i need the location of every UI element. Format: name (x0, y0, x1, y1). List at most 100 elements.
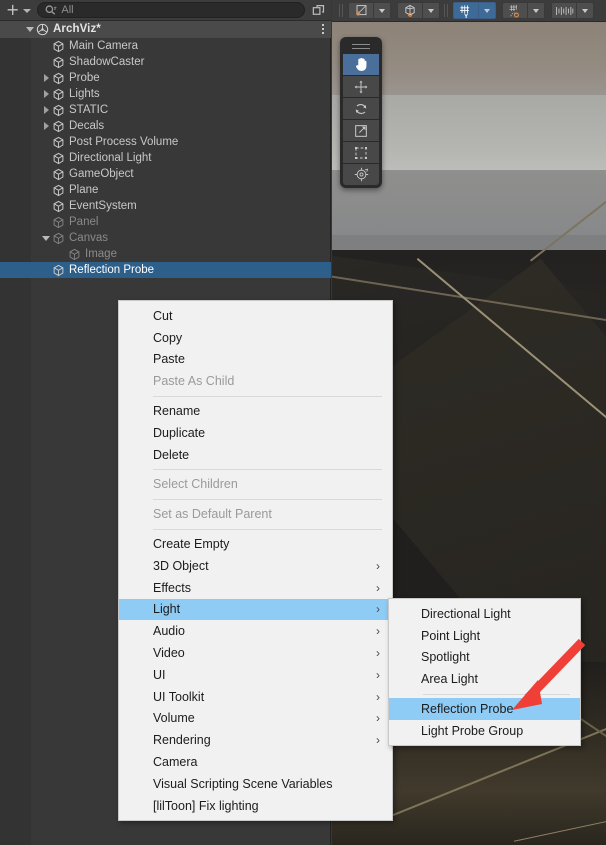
menu-item-ui[interactable]: UI › (119, 664, 392, 686)
cube-icon (68, 248, 81, 261)
transform-tool-button[interactable] (343, 164, 379, 185)
menu-item-rendering[interactable]: Rendering › (119, 729, 392, 751)
menu-item-delete[interactable]: Delete (119, 444, 392, 466)
cube-icon (52, 200, 65, 213)
hierarchy-scene-row[interactable]: ArchViz* (0, 21, 331, 38)
menu-item-audio[interactable]: Audio › (119, 620, 392, 642)
menu-item--liltoon-fix-lighting[interactable]: [lilToon] Fix lighting (119, 795, 392, 817)
menu-item-point-light[interactable]: Point Light (389, 625, 580, 647)
chevron-down-icon (26, 27, 34, 32)
search-input[interactable] (57, 4, 300, 16)
hierarchy-item-reflection-probe[interactable]: Reflection Probe (0, 262, 331, 278)
menu-item-reflection-probe[interactable]: Reflection Probe (389, 698, 580, 720)
view-tool-button[interactable] (343, 54, 379, 75)
pivot-rotation-toggle[interactable] (348, 2, 391, 19)
menu-item-visual-scripting-scene-variables[interactable]: Visual Scripting Scene Variables (119, 773, 392, 795)
menu-item-set-as-default-parent: Set as Default Parent (119, 503, 392, 525)
hierarchy-item-label: Lights (69, 87, 100, 100)
foldout-collapsed-toggle[interactable] (40, 88, 52, 100)
menu-item-label: Point Light (421, 628, 481, 643)
menu-item-create-empty[interactable]: Create Empty (119, 533, 392, 555)
hierarchy-item-label: Probe (69, 71, 100, 84)
menu-item-volume[interactable]: Volume › (119, 708, 392, 730)
surface-snap-button[interactable] (502, 2, 528, 19)
grid-snap-button[interactable]: Y (453, 2, 479, 19)
chevron-right-icon (43, 106, 49, 114)
hierarchy-search-field[interactable] (37, 2, 305, 18)
hierarchy-item-directional-light[interactable]: Directional Light (0, 150, 331, 166)
foldout-expanded-toggle[interactable] (40, 232, 52, 244)
menu-item-label: 3D Object (153, 558, 209, 573)
menu-item-cut[interactable]: Cut (119, 305, 392, 327)
move-tool-button[interactable] (343, 76, 379, 97)
hierarchy-item-lights[interactable]: Lights (0, 86, 331, 102)
drag-handle-icon[interactable] (343, 40, 379, 53)
cube-icon (52, 40, 65, 53)
pivot-rotation-dropdown[interactable] (374, 2, 391, 19)
hierarchy-item-shadowcaster[interactable]: ShadowCaster (0, 54, 331, 70)
hierarchy-item-image[interactable]: Image (0, 246, 331, 262)
increment-snap-dropdown[interactable] (577, 2, 594, 19)
handle-space-toggle[interactable] (397, 2, 440, 19)
menu-item-light[interactable]: Light › (119, 598, 392, 621)
global-handle-button[interactable] (397, 2, 423, 19)
increment-snap-icon (555, 6, 573, 15)
hierarchy-item-probe[interactable]: Probe (0, 70, 331, 86)
scale-tool-button[interactable] (343, 120, 379, 141)
pivot-center-button[interactable] (348, 2, 374, 19)
hierarchy-tree: Main Camera ShadowCaster Probe Lights STATIC… (0, 38, 331, 278)
menu-item-area-light[interactable]: Area Light (389, 668, 580, 690)
foldout-spacer (40, 184, 52, 196)
rect-tool-button[interactable] (343, 142, 379, 163)
increment-snap-toggle[interactable] (551, 2, 594, 19)
foldout-collapsed-toggle[interactable] (40, 104, 52, 116)
surface-snap-toggle[interactable] (502, 2, 545, 19)
menu-item-label: [lilToon] Fix lighting (153, 798, 259, 813)
menu-separator (423, 693, 570, 695)
handle-space-dropdown[interactable] (423, 2, 440, 19)
menu-item-rename[interactable]: Rename (119, 400, 392, 422)
rect-transform-icon (355, 146, 367, 159)
foldout-spacer (40, 216, 52, 228)
hierarchy-item-label: Canvas (69, 231, 108, 244)
foldout-collapsed-toggle[interactable] (40, 72, 52, 84)
menu-item-camera[interactable]: Camera (119, 751, 392, 773)
menu-separator (153, 498, 382, 500)
hierarchy-item-post-process-volume[interactable]: Post Process Volume (0, 134, 331, 150)
menu-item-duplicate[interactable]: Duplicate (119, 422, 392, 444)
menu-item-ui-toolkit[interactable]: UI Toolkit › (119, 686, 392, 708)
menu-item-light-probe-group[interactable]: Light Probe Group (389, 720, 580, 742)
menu-item-directional-light[interactable]: Directional Light (389, 603, 580, 625)
hierarchy-item-static[interactable]: STATIC (0, 102, 331, 118)
grid-snapping-dropdown[interactable] (479, 2, 496, 19)
menu-item-3d-object[interactable]: 3D Object › (119, 555, 392, 577)
foldout-collapsed-toggle[interactable] (40, 120, 52, 132)
menu-item-paste[interactable]: Paste (119, 349, 392, 371)
hierarchy-item-panel[interactable]: Panel (0, 214, 331, 230)
hierarchy-item-decals[interactable]: Decals (0, 118, 331, 134)
increment-snap-button[interactable] (551, 2, 577, 19)
hierarchy-item-plane[interactable]: Plane (0, 182, 331, 198)
menu-item-label: Delete (153, 447, 190, 462)
hierarchy-item-canvas[interactable]: Canvas (0, 230, 331, 246)
hierarchy-item-eventsystem[interactable]: EventSystem (0, 198, 331, 214)
popout-window-icon[interactable] (307, 1, 329, 20)
menu-item-copy[interactable]: Copy (119, 327, 392, 349)
rotate-tool-button[interactable] (343, 98, 379, 119)
create-gameobject-button[interactable]: + (0, 1, 35, 20)
hierarchy-item-gameobject[interactable]: GameObject (0, 166, 331, 182)
cube-icon (52, 88, 65, 101)
menu-item-label: Duplicate (153, 425, 206, 440)
hierarchy-item-main-camera[interactable]: Main Camera (0, 38, 331, 54)
scene-foldout-toggle[interactable] (24, 24, 36, 36)
grid-snapping-toggle[interactable]: Y (453, 2, 496, 19)
surface-snap-dropdown[interactable] (528, 2, 545, 19)
menu-item-spotlight[interactable]: Spotlight (389, 647, 580, 669)
chevron-right-icon: › (376, 624, 380, 639)
hierarchy-item-label: Panel (69, 215, 99, 228)
hierarchy-item-label: EventSystem (69, 199, 137, 212)
foldout-spacer (40, 40, 52, 52)
menu-item-effects[interactable]: Effects › (119, 577, 392, 599)
menu-item-video[interactable]: Video › (119, 642, 392, 664)
kebab-menu-icon[interactable] (322, 24, 324, 34)
